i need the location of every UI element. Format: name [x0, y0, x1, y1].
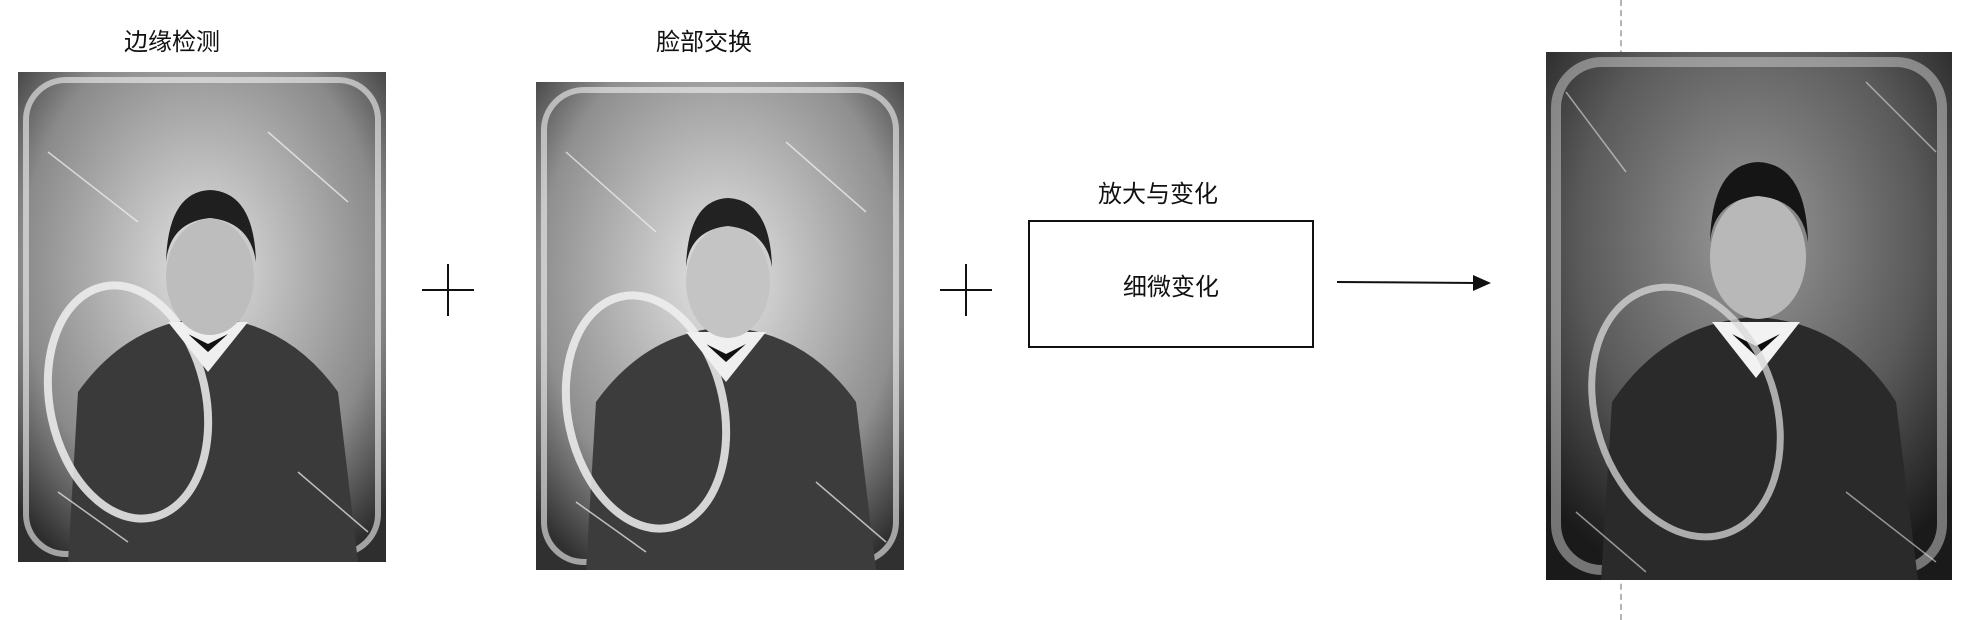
step-label-upscale-variation: 放大与变化 — [1098, 180, 1218, 208]
subtle-variation-box: 细微变化 — [1028, 220, 1314, 348]
plus-icon — [422, 264, 474, 316]
subtle-variation-label: 细微变化 — [1123, 272, 1219, 301]
step-label-edge-detection: 边缘检测 — [124, 28, 220, 56]
plus-icon — [940, 264, 992, 316]
arrow-right-icon — [1336, 275, 1491, 291]
face-swap-portrait — [536, 82, 904, 570]
result-portrait — [1546, 52, 1952, 580]
step-label-face-swap: 脸部交换 — [656, 28, 752, 56]
edge-detection-portrait — [18, 72, 386, 562]
